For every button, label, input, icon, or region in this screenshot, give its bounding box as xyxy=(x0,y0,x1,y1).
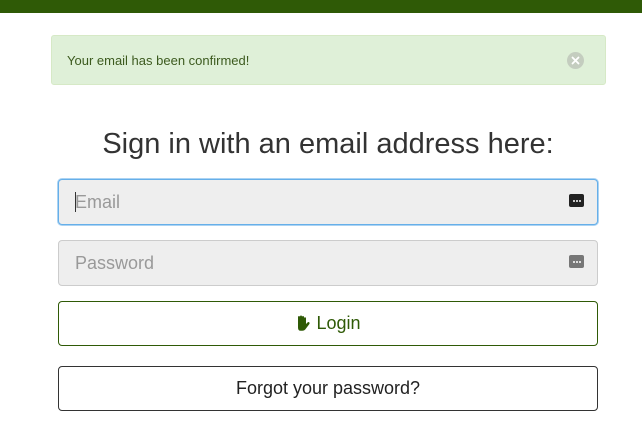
login-button-label: Login xyxy=(316,313,361,333)
keychain-icon[interactable] xyxy=(569,194,584,207)
keychain-icon[interactable] xyxy=(569,255,584,268)
email-field-wrapper xyxy=(58,179,598,225)
password-field-wrapper xyxy=(58,240,598,286)
page-title: Sign in with an email address here: xyxy=(102,128,554,160)
login-button[interactable]: Login xyxy=(58,301,598,346)
forgot-password-button[interactable]: Forgot your password? xyxy=(58,366,598,411)
top-navbar xyxy=(0,0,642,13)
close-icon[interactable] xyxy=(567,52,584,69)
forgot-password-label: Forgot your password? xyxy=(235,378,421,398)
success-alert: Your email has been confirmed! xyxy=(51,35,606,85)
alert-message: Your email has been confirmed! xyxy=(67,52,250,68)
email-field[interactable] xyxy=(75,187,545,217)
password-field[interactable] xyxy=(75,248,545,278)
hand-icon xyxy=(295,315,311,332)
